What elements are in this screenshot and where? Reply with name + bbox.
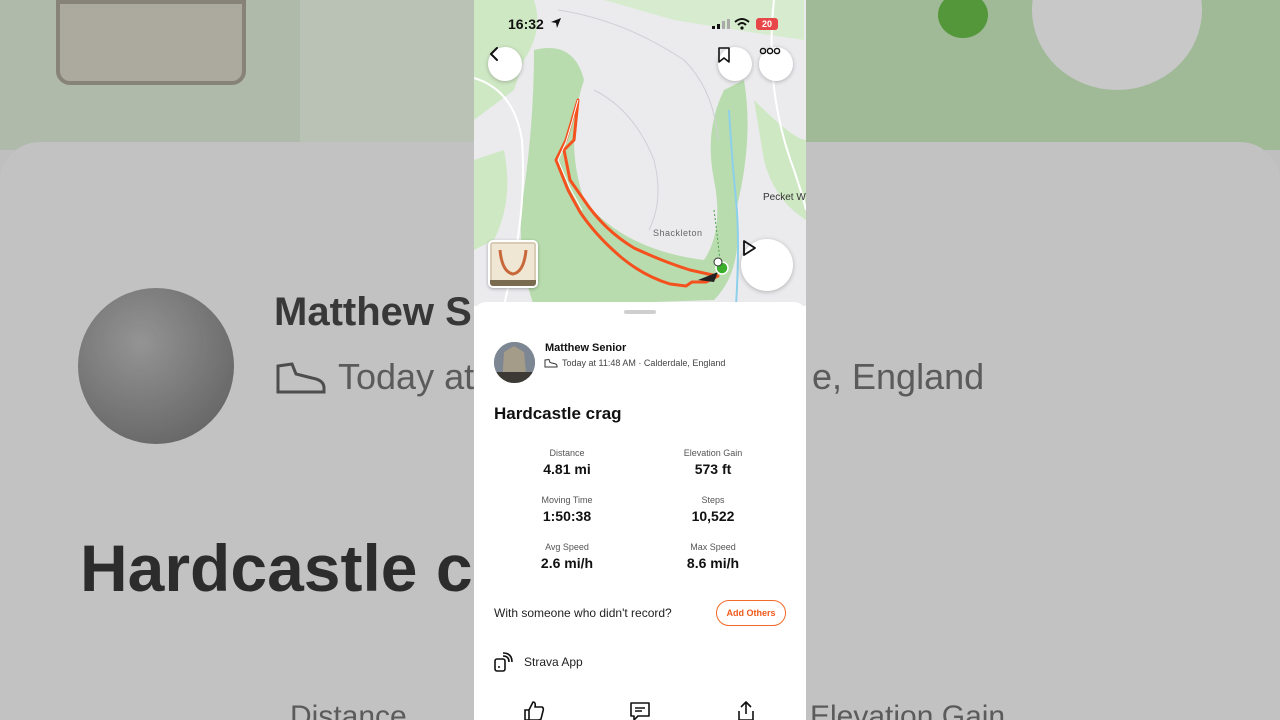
activity-photo-thumbnail[interactable] [488,240,538,288]
share-icon[interactable] [735,700,757,720]
comment-icon[interactable] [629,700,651,720]
signal-icon [712,19,730,29]
route-map[interactable]: Shackleton Pecket W 16:32 20 [474,0,806,306]
stat-distance: Distance 4.81 mi [494,448,640,477]
bookmark-icon [718,47,730,63]
avatar[interactable] [494,342,535,383]
map-label-pecket: Pecket W [763,192,806,203]
stat-value: 4.81 mi [543,461,591,477]
more-icon [759,47,781,55]
stat-label: Elevation Gain [683,448,743,458]
back-chevron-icon [490,47,498,61]
status-time: 16:32 [508,16,544,32]
stat-value: 1:50:38 [542,508,592,524]
stat-moving-time: Moving Time 1:50:38 [494,495,640,524]
stat-value: 2.6 mi/h [540,555,594,571]
bookmark-button[interactable] [718,47,752,81]
device-label: Strava App [524,655,583,669]
sheet-handle[interactable] [624,310,656,314]
stat-label: Distance [549,448,585,458]
stat-label: Max Speed [690,542,736,552]
activity-meta-text: Today at 11:48 AM · Calderdale, England [562,358,726,368]
more-options-button[interactable] [759,47,793,81]
stat-value: 10,522 [691,508,735,524]
back-button[interactable] [488,47,522,81]
athlete-name[interactable]: Matthew Senior [545,342,626,354]
device-icon [494,652,513,672]
add-others-prompt: With someone who didn't record? [494,606,672,620]
add-others-button[interactable]: Add Others [716,600,786,626]
battery-level: 20 [756,18,778,30]
kudos-icon[interactable] [523,700,545,720]
stat-value: 8.6 mi/h [686,555,740,571]
stat-steps: Steps 10,522 [640,495,786,524]
stat-max-speed: Max Speed 8.6 mi/h [640,542,786,571]
avatar-image [494,342,535,383]
play-flyover-button[interactable] [741,239,793,291]
wifi-icon [734,18,750,30]
stat-label: Steps [701,495,725,505]
activity-meta: Today at 11:48 AM · Calderdale, England [544,358,725,368]
stat-value: 573 ft [694,461,732,477]
stat-label: Avg Speed [545,542,589,552]
device-row[interactable]: Strava App [494,652,583,672]
stat-avg-speed: Avg Speed 2.6 mi/h [494,542,640,571]
play-icon [743,240,756,256]
stat-elevation-gain: Elevation Gain 573 ft [640,448,786,477]
map-label-shackleton: Shackleton [653,228,703,238]
photo-image [490,242,536,286]
shoe-icon [544,358,558,368]
activity-title: Hardcastle crag [494,404,622,423]
status-bar: 16:32 20 [474,14,806,36]
location-arrow-icon [551,18,561,28]
phone-screen: Shackleton Pecket W 16:32 20 Matthew Sen… [474,0,806,720]
activity-sheet: Matthew Senior Today at 11:48 AM · Calde… [474,302,806,720]
stat-label: Moving Time [541,495,593,505]
